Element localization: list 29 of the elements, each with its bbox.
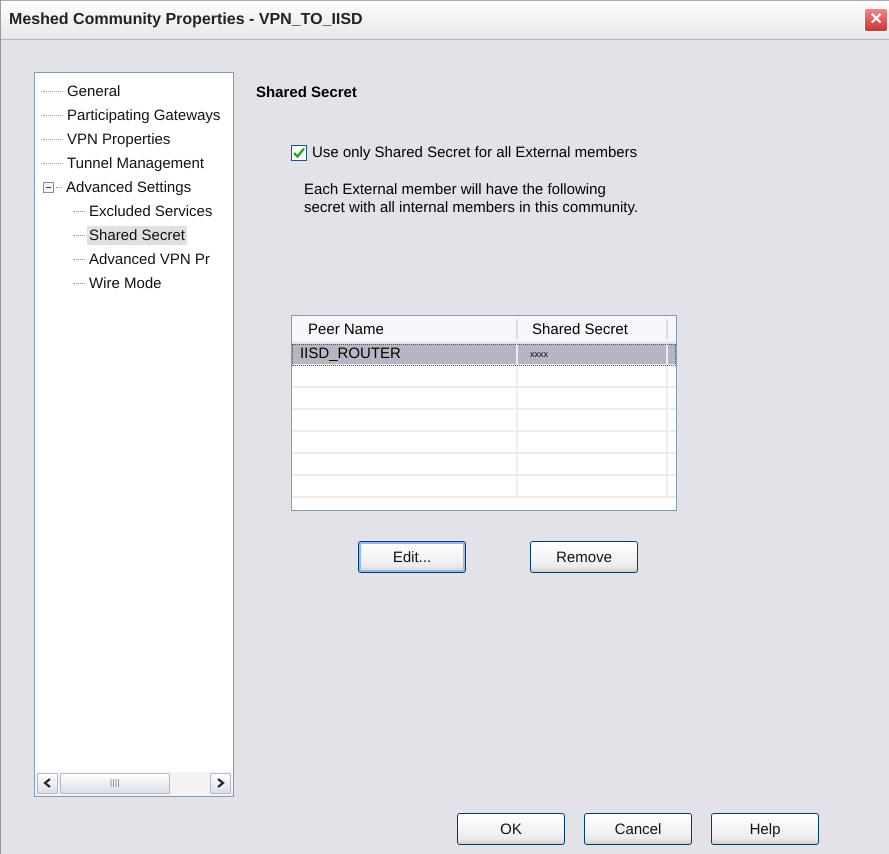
tree-item[interactable]: Tunnel Management	[65, 154, 206, 172]
remove-button[interactable]: Remove	[530, 541, 638, 573]
scroll-thumb[interactable]	[60, 772, 170, 794]
help-button[interactable]: Help	[711, 813, 819, 845]
scroll-right-icon[interactable]	[210, 772, 231, 794]
tree-item[interactable]: General	[65, 82, 122, 100]
tree-item[interactable]: Wire Mode	[87, 274, 164, 292]
tree-item[interactable]: Excluded Services	[87, 202, 214, 220]
tree-item[interactable]: Advanced Settings	[64, 178, 194, 196]
description-text: Each External member will have the following secret with all internal members in this community.	[304, 181, 639, 217]
horizontal-scrollbar[interactable]	[35, 772, 233, 796]
section-heading: Shared Secret	[256, 84, 358, 101]
window-title: Meshed Community Properties - VPN_TO_IISD	[9, 11, 363, 29]
tree-item[interactable]: Advanced VPN Pr	[87, 250, 212, 268]
table-cell: xxxx	[518, 344, 668, 364]
shared-secret-checkbox[interactable]: Use only Shared Secret for all External members	[291, 144, 889, 161]
tree-item[interactable]: Participating Gateways	[65, 106, 222, 124]
tree-item[interactable]: Shared Secret	[87, 226, 187, 244]
table-cell: IISD_ROUTER	[292, 344, 518, 364]
collapse-icon[interactable]	[43, 182, 54, 192]
ok-button[interactable]: OK	[457, 813, 565, 845]
checkbox[interactable]	[291, 144, 307, 160]
cancel-button[interactable]: Cancel	[584, 813, 692, 845]
table-row[interactable]: IISD_ROUTER xxxx	[292, 344, 676, 366]
column-header[interactable]: Shared Secret	[518, 319, 668, 339]
scroll-left-icon[interactable]	[37, 772, 58, 794]
column-header[interactable]: Peer Name	[292, 319, 518, 339]
edit-button[interactable]: Edit...	[358, 541, 466, 573]
tree-item[interactable]: VPN Properties	[65, 130, 172, 148]
